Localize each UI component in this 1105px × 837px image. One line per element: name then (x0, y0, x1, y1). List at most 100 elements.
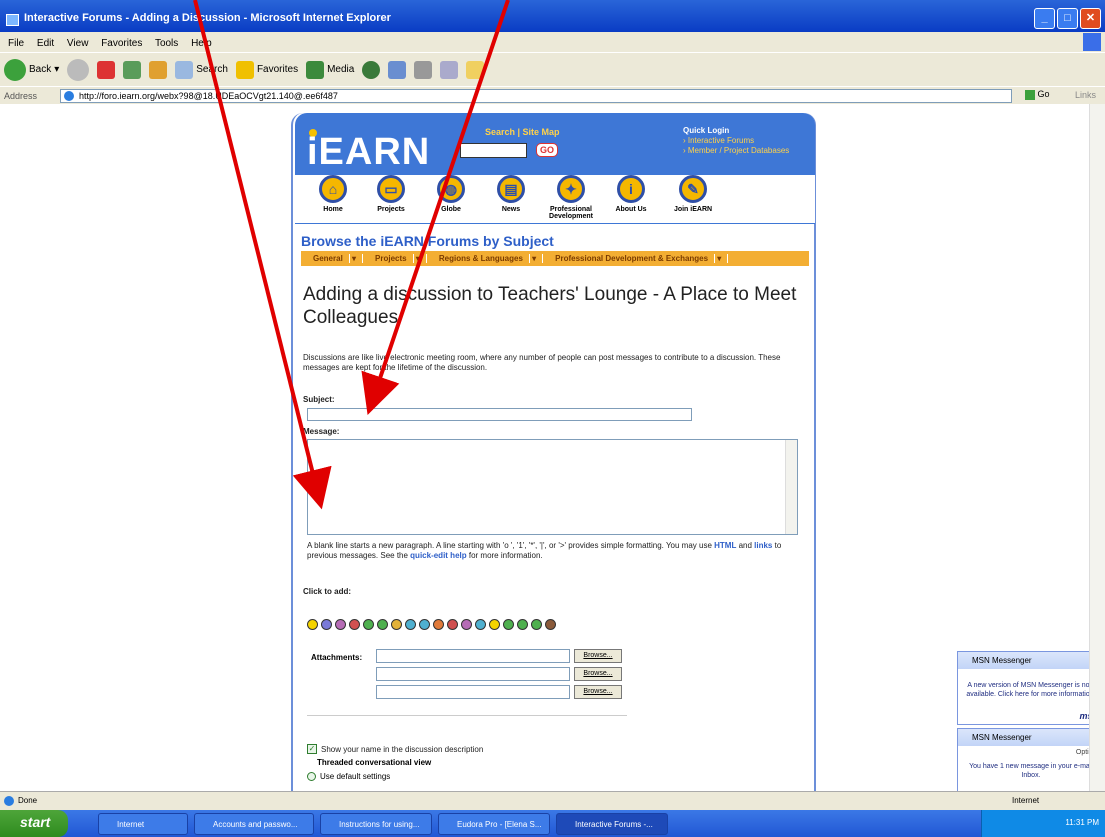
folder-button[interactable] (466, 60, 485, 79)
emoticon-icon[interactable] (349, 619, 360, 630)
menu-file[interactable]: File (8, 38, 24, 49)
clock: 11:31 PM (1065, 818, 1099, 827)
emoticon-icon[interactable] (433, 619, 444, 630)
status-zone: Internet (1012, 796, 1040, 805)
edit-button[interactable] (440, 60, 459, 79)
nav-home[interactable]: ⌂ Home (303, 175, 363, 213)
search-sitemap-links[interactable]: Search | Site Map (485, 127, 560, 137)
task-eudora[interactable]: Eudora Pro - [Elena S... (438, 812, 550, 835)
emoticon-icon[interactable] (405, 619, 416, 630)
quick-link-databases[interactable]: › Member / Project Databases (683, 146, 789, 155)
menu-help[interactable]: Help (191, 38, 212, 49)
emoticon-icon[interactable] (321, 619, 332, 630)
emoticon-icon[interactable] (307, 619, 318, 630)
favorites-button[interactable]: Favorites (235, 60, 298, 79)
emoticon-icon[interactable] (419, 619, 430, 630)
html-link[interactable]: HTML (714, 541, 736, 550)
home-button[interactable] (149, 60, 168, 79)
history-button[interactable] (362, 60, 381, 79)
back-button[interactable]: Back ▾ (4, 58, 59, 81)
category-projects[interactable]: Projects ▾ (363, 254, 427, 263)
menu-bar: File Edit View Favorites Tools Help (0, 32, 1105, 52)
nav-join-iearn[interactable]: ✎ Join iEARN (663, 175, 723, 213)
task-interactive-forums[interactable]: Interactive Forums -... (556, 812, 668, 835)
start-button[interactable]: start (0, 810, 68, 837)
ie-icon (6, 14, 19, 26)
quick-link-forums[interactable]: › Interactive Forums (683, 136, 754, 145)
iearn-logo[interactable]: iEARN (307, 131, 430, 174)
message-textarea[interactable] (307, 439, 798, 535)
stop-button[interactable] (97, 60, 116, 79)
nav-projects[interactable]: ▭ Projects (361, 175, 421, 213)
address-bar: Address http://foro.iearn.org/webx?98@18… (0, 86, 1105, 104)
msn-popup-update[interactable]: MSN Messenger ✕ A new version of MSN Mes… (957, 651, 1105, 725)
emoticon-icon[interactable] (545, 619, 556, 630)
menu-favorites[interactable]: Favorites (101, 38, 142, 49)
show-name-checkbox[interactable]: ✓ (307, 744, 317, 754)
close-button[interactable]: ✕ (1080, 8, 1101, 29)
address-go-button[interactable]: Go (1025, 89, 1050, 100)
menu-tools[interactable]: Tools (155, 38, 178, 49)
emoticon-icon[interactable] (335, 619, 346, 630)
emoticon-icon[interactable] (391, 619, 402, 630)
refresh-button[interactable] (123, 60, 142, 79)
browse-button-3[interactable]: Browse... (574, 685, 622, 699)
nav-news[interactable]: ▤ News (481, 175, 541, 213)
page-scrollbar[interactable] (1089, 104, 1105, 791)
emoticon-icon[interactable] (517, 619, 528, 630)
screen-icon: ▭ (377, 175, 405, 203)
system-tray: 11:31 PM (981, 810, 1105, 837)
nav-professional-development[interactable]: ✦ Professional Development (541, 175, 601, 220)
address-url: http://foro.iearn.org/webx?98@18.UDEaOCV… (79, 91, 338, 101)
news-icon: ▤ (497, 175, 525, 203)
pen-icon: ✎ (679, 175, 707, 203)
emoticon-icon[interactable] (503, 619, 514, 630)
emoticon-icon[interactable] (475, 619, 486, 630)
attachments-section: Attachments: Browse... Browse... Browse.… (311, 649, 626, 712)
mail-button[interactable] (388, 60, 407, 79)
message-scrollbar[interactable] (785, 440, 797, 534)
category-regions-label: Regions & Languages (432, 254, 530, 263)
links-link[interactable]: links (754, 541, 772, 550)
task-internet[interactable]: Internet (98, 812, 188, 835)
media-button[interactable]: Media (306, 60, 354, 79)
links-button[interactable]: Links (1075, 90, 1096, 100)
show-name-option[interactable]: ✓ Show your name in the discussion descr… (307, 744, 483, 754)
quick-edit-help-link[interactable]: quick-edit help (410, 551, 466, 560)
emoticon-icon[interactable] (461, 619, 472, 630)
default-settings-radio[interactable] (307, 772, 316, 781)
attachment-input-3[interactable] (376, 685, 570, 699)
emoticon-icon[interactable] (447, 619, 458, 630)
menu-view[interactable]: View (67, 38, 89, 49)
subject-input[interactable] (307, 408, 692, 421)
category-regions[interactable]: Regions & Languages ▾ (427, 254, 544, 263)
nav-about-us[interactable]: i About Us (601, 175, 661, 213)
menu-edit[interactable]: Edit (37, 38, 54, 49)
emoticon-icon[interactable] (489, 619, 500, 630)
emoticon-icon[interactable] (363, 619, 374, 630)
nav-globe[interactable]: ◍ Globe (421, 175, 481, 213)
emoticon-icon[interactable] (377, 619, 388, 630)
browse-button-1[interactable]: Browse... (574, 649, 622, 663)
attachment-input-1[interactable] (376, 649, 570, 663)
browse-button-2[interactable]: Browse... (574, 667, 622, 681)
search-button[interactable]: Search (175, 60, 228, 79)
default-settings-option[interactable]: Use default settings (307, 772, 390, 781)
emoticon-icon[interactable] (531, 619, 542, 630)
site-search-go-button[interactable]: GO (536, 143, 559, 157)
task-instructions[interactable]: Instructions for using... (320, 812, 432, 835)
attachment-input-2[interactable] (376, 667, 570, 681)
task-accounts[interactable]: Accounts and passwo... (194, 812, 314, 835)
category-professional[interactable]: Professional Development & Exchanges ▾ (543, 254, 729, 263)
maximize-button[interactable]: □ (1057, 8, 1078, 29)
quick-login-title[interactable]: Quick Login (683, 126, 729, 135)
site-search-input[interactable] (460, 143, 527, 158)
category-general-label: General (307, 254, 350, 263)
category-general[interactable]: General ▾ (301, 254, 364, 263)
minimize-button[interactable]: _ (1034, 8, 1055, 29)
forward-button[interactable] (67, 58, 90, 81)
msn-popup-body[interactable]: A new version of MSN Messenger is now av… (958, 669, 1104, 711)
print-button[interactable] (414, 60, 433, 79)
threaded-view-label: Threaded conversational view (317, 758, 432, 767)
address-input[interactable]: http://foro.iearn.org/webx?98@18.UDEaOCV… (60, 89, 1012, 103)
